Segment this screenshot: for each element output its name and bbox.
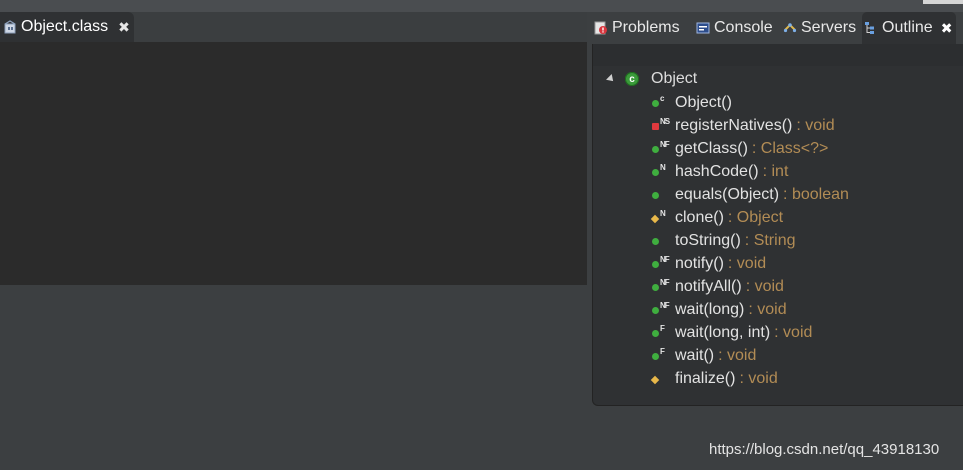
public-method-icon: NF <box>649 255 671 272</box>
member-name: toString() <box>675 231 741 249</box>
tab-servers[interactable]: Servers <box>783 12 856 44</box>
public-method-icon: NF <box>649 278 671 295</box>
member-type: : void <box>748 300 787 318</box>
view-tab-bar: Problems Console Servers Outline ✖ <box>590 12 963 44</box>
member-item[interactable]: N clone() : Object <box>649 206 849 229</box>
member-type: : void <box>739 369 778 387</box>
public-method-icon: NF <box>649 140 671 157</box>
member-type: : Class<?> <box>751 139 829 157</box>
member-type: : int <box>762 162 789 180</box>
member-item[interactable]: equals(Object) : boolean <box>649 183 849 206</box>
class-file-icon <box>4 20 16 34</box>
tree-root-object[interactable]: c Object <box>606 68 698 90</box>
editor-tab-bar: Object.class ✖ <box>0 12 587 43</box>
member-name: Object() <box>675 93 732 111</box>
member-name: wait(long, int) <box>675 323 771 341</box>
public-method-icon: F <box>649 347 671 364</box>
member-name: wait(long) <box>675 300 745 318</box>
outline-icon <box>865 22 874 34</box>
tab-outline[interactable]: Outline ✖ <box>862 12 957 44</box>
outline-panel: c Object c Object() NS registerNatives()… <box>592 44 963 406</box>
private-method-icon: NS <box>649 117 671 134</box>
public-method-icon: F <box>649 324 671 341</box>
tab-console[interactable]: Console <box>696 12 773 44</box>
protected-method-icon <box>649 371 671 387</box>
member-type: : void <box>796 116 835 134</box>
member-name: finalize() <box>675 369 736 387</box>
member-item[interactable]: NF wait(long) : void <box>649 298 849 321</box>
tab-outline-label: Outline <box>882 19 933 36</box>
member-list: c Object() NS registerNatives() : void N… <box>649 91 849 390</box>
member-item[interactable]: NF getClass() : Class<?> <box>649 137 849 160</box>
member-name: registerNatives() <box>675 116 793 134</box>
public-method-icon <box>649 233 671 249</box>
member-item[interactable]: N hashCode() : int <box>649 160 849 183</box>
editor-tab-title: Object.class <box>21 18 109 35</box>
top-right-corner <box>923 0 963 4</box>
member-type: : String <box>744 231 796 249</box>
member-type: : void <box>745 277 784 295</box>
member-name: notifyAll() <box>675 277 742 295</box>
protected-method-icon: N <box>649 209 671 226</box>
member-item[interactable]: NF notify() : void <box>649 252 849 275</box>
public-method-icon <box>649 187 671 203</box>
member-type: : void <box>774 323 813 341</box>
outline-toolbar <box>593 44 963 66</box>
tab-console-label: Console <box>714 19 773 36</box>
member-name: wait() <box>675 346 715 364</box>
tab-problems-label: Problems <box>612 19 680 36</box>
console-icon <box>696 22 710 34</box>
tab-problems[interactable]: Problems <box>594 12 680 44</box>
member-type: : void <box>727 254 767 272</box>
member-item[interactable]: c Object() <box>649 91 849 114</box>
member-item[interactable]: finalize() : void <box>649 367 849 390</box>
public-method-icon: N <box>649 163 671 180</box>
expand-arrow-icon[interactable] <box>606 74 616 84</box>
member-item[interactable]: NF notifyAll() : void <box>649 275 849 298</box>
public-method-icon: c <box>649 94 671 111</box>
member-item[interactable]: F wait() : void <box>649 344 849 367</box>
member-name: clone() <box>675 208 724 226</box>
member-type: : Object <box>727 208 784 226</box>
watermark-text: https://blog.csdn.net/qq_43918130 <box>709 441 940 458</box>
member-item[interactable]: toString() : String <box>649 229 849 252</box>
member-type: : boolean <box>783 185 849 203</box>
close-icon[interactable]: ✖ <box>118 19 130 36</box>
member-name: getClass() <box>675 139 748 157</box>
member-item[interactable]: NS registerNatives() : void <box>649 114 849 137</box>
member-item[interactable]: F wait(long, int) : void <box>649 321 849 344</box>
member-name: hashCode() <box>675 162 759 180</box>
close-icon[interactable]: ✖ <box>941 20 953 37</box>
tab-servers-label: Servers <box>801 19 857 36</box>
member-type: : void <box>718 346 757 364</box>
class-icon: c <box>625 72 639 86</box>
servers-icon <box>783 23 797 33</box>
problems-icon <box>594 21 607 35</box>
editor-lower-area <box>0 285 587 470</box>
public-method-icon: NF <box>649 301 671 318</box>
tree-root-label: Object <box>651 70 698 87</box>
member-name: notify() <box>675 254 724 272</box>
member-name: equals(Object) <box>675 185 780 203</box>
editor-tab-object-class[interactable]: Object.class ✖ <box>0 12 134 42</box>
editor-content[interactable] <box>0 43 587 285</box>
window-top-strip <box>0 0 963 12</box>
